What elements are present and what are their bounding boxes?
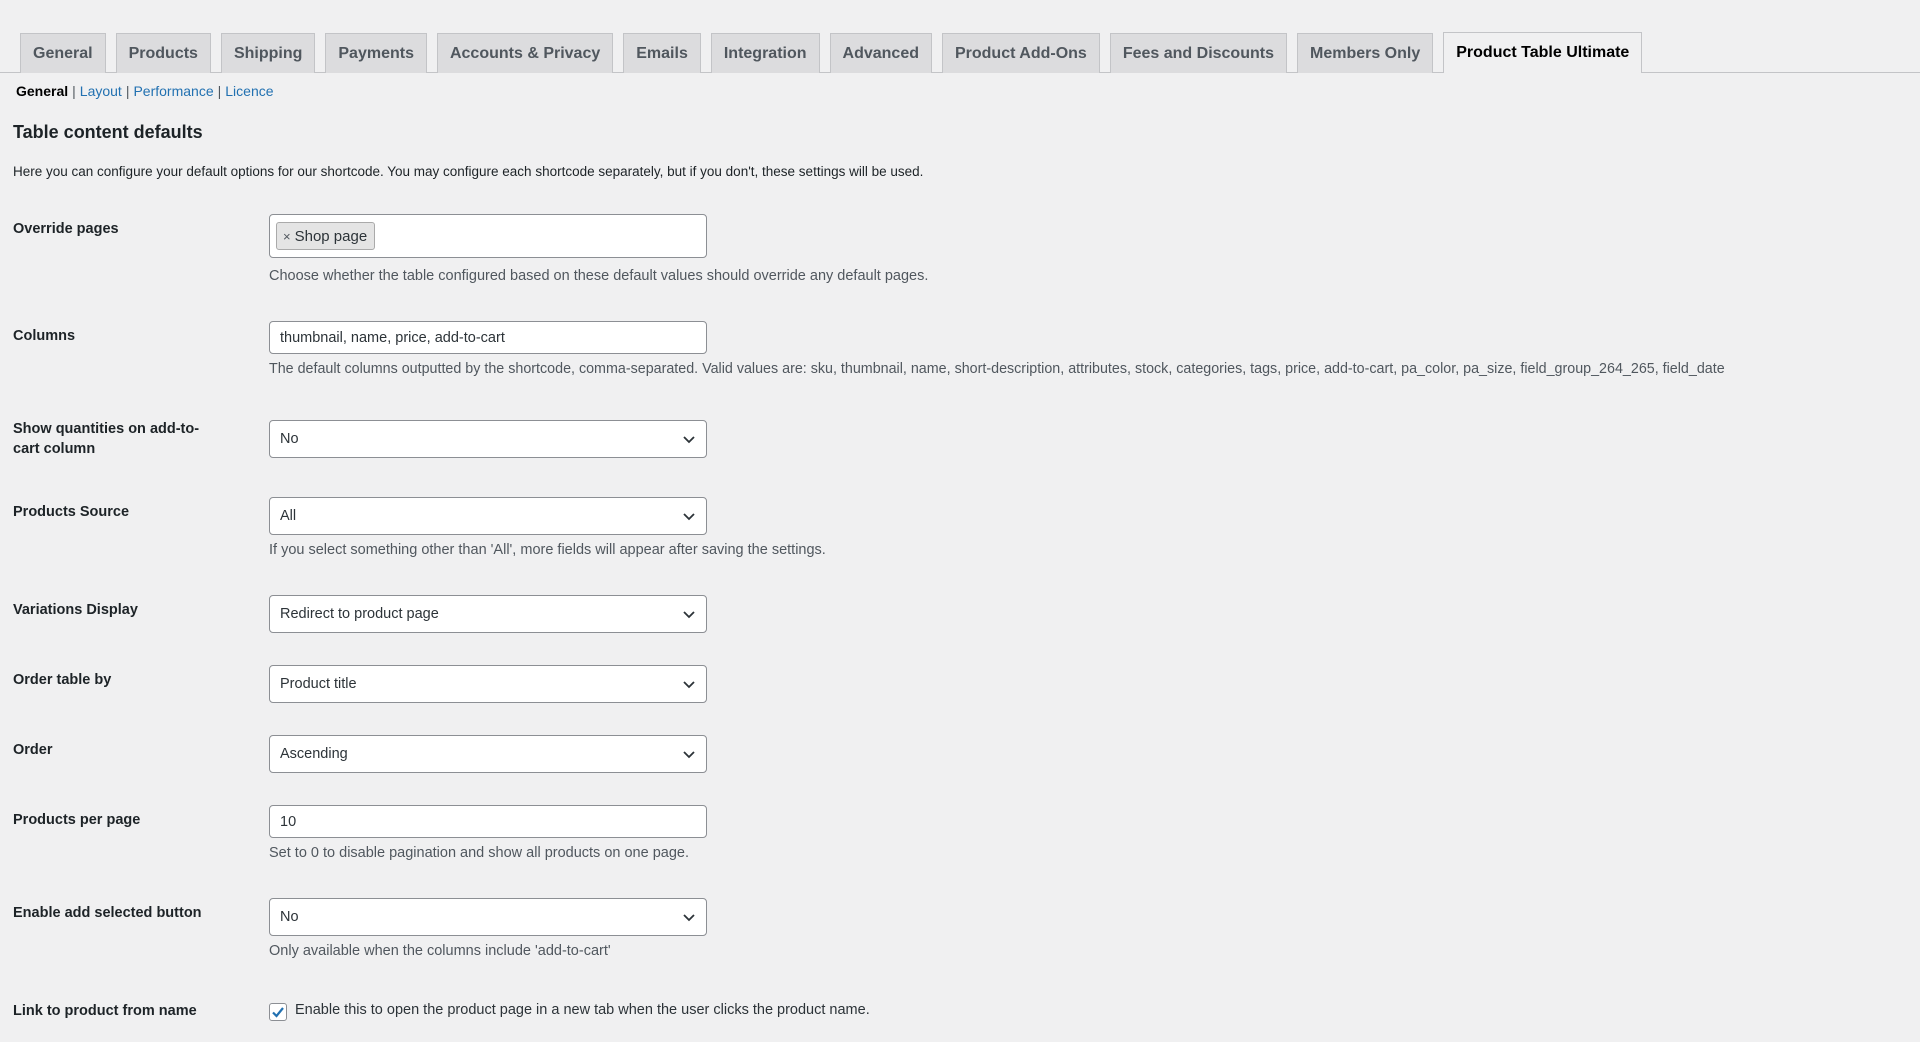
order-by-label: Order table by	[13, 672, 112, 688]
token-label: Shop page	[294, 227, 368, 245]
settings-tabs: General Products Shipping Payments Accou…	[0, 32, 1920, 73]
order-by-value: Product title	[280, 676, 357, 692]
show-quantities-label-line2: cart column	[13, 441, 96, 457]
order-by-select[interactable]: Product title	[269, 665, 707, 703]
variations-display-value: Redirect to product page	[280, 606, 439, 622]
tab-payments[interactable]: Payments	[325, 33, 427, 73]
columns-input-value: thumbnail, name, price, add-to-cart	[280, 329, 505, 346]
products-source-value: All	[280, 508, 297, 524]
chevron-down-icon	[683, 611, 695, 619]
settings-page: General Products Shipping Payments Accou…	[0, 0, 1920, 1042]
tab-products[interactable]: Products	[115, 33, 211, 73]
tab-members-only[interactable]: Members Only	[1296, 33, 1434, 73]
override-pages-label: Override pages	[13, 221, 119, 237]
link-to-product-label: Link to product from name	[13, 1003, 197, 1019]
add-selected-value: No	[280, 909, 299, 925]
columns-description: The default columns outputted by the sho…	[269, 361, 1725, 377]
tab-product-table-ultimate[interactable]: Product Table Ultimate	[1443, 32, 1643, 73]
show-quantities-label: Show quantities on add-to- cart column	[13, 419, 233, 459]
subnav-separator: |	[125, 83, 130, 99]
subnav-link-licence[interactable]: Licence	[225, 83, 273, 99]
tab-fees-discounts[interactable]: Fees and Discounts	[1109, 33, 1287, 73]
per-page-label: Products per page	[13, 812, 141, 828]
chevron-down-icon	[683, 681, 695, 689]
sub-navigation: General | Layout | Performance | Licence	[16, 83, 274, 99]
chevron-down-icon	[683, 436, 695, 444]
tab-accounts-privacy[interactable]: Accounts & Privacy	[436, 33, 614, 73]
order-select[interactable]: Ascending	[269, 735, 707, 773]
tab-emails[interactable]: Emails	[623, 33, 701, 73]
chevron-down-icon	[683, 914, 695, 922]
variations-display-label: Variations Display	[13, 602, 138, 618]
chevron-down-icon	[683, 751, 695, 759]
columns-label: Columns	[13, 328, 76, 344]
tab-advanced[interactable]: Advanced	[829, 33, 932, 73]
variations-display-select[interactable]: Redirect to product page	[269, 595, 707, 633]
add-selected-label: Enable add selected button	[13, 905, 202, 921]
show-quantities-select[interactable]: No	[269, 420, 707, 458]
tab-product-add-ons[interactable]: Product Add-Ons	[941, 33, 1100, 73]
subnav-separator: |	[72, 83, 76, 99]
chevron-down-icon	[683, 513, 695, 521]
subnav-link-performance[interactable]: Performance	[133, 83, 213, 99]
show-quantities-value: No	[280, 431, 299, 447]
section-intro: Here you can configure your default opti…	[13, 164, 924, 179]
token-remove-icon[interactable]: ×	[283, 229, 291, 244]
per-page-input-value: 10	[280, 813, 297, 830]
products-source-label: Products Source	[13, 504, 130, 520]
tab-integration[interactable]: Integration	[710, 33, 820, 73]
subnav-link-layout[interactable]: Layout	[80, 83, 122, 99]
override-pages-token: × Shop page	[276, 222, 376, 250]
order-label: Order	[13, 742, 53, 758]
section-title: Table content defaults	[13, 122, 203, 142]
override-pages-description: Choose whether the table configured base…	[269, 268, 929, 284]
link-to-product-checkbox[interactable]	[269, 1003, 287, 1021]
per-page-description: Set to 0 to disable pagination and show …	[269, 845, 689, 861]
products-source-select[interactable]: All	[269, 497, 707, 535]
show-quantities-label-line1: Show quantities on add-to-	[13, 421, 200, 437]
columns-input[interactable]: thumbnail, name, price, add-to-cart	[269, 321, 707, 354]
tab-general[interactable]: General	[20, 33, 106, 73]
override-pages-multiselect[interactable]: × Shop page	[269, 214, 707, 258]
products-source-description: If you select something other than 'All'…	[269, 542, 826, 558]
subnav-separator: |	[217, 83, 222, 99]
tab-shipping[interactable]: Shipping	[220, 33, 316, 73]
per-page-input[interactable]: 10	[269, 805, 707, 838]
subnav-current-general: General	[16, 83, 69, 99]
link-to-product-check-label[interactable]: Enable this to open the product page in …	[295, 1002, 870, 1018]
add-selected-description: Only available when the columns include …	[269, 943, 611, 959]
add-selected-select[interactable]: No	[269, 898, 707, 936]
checkmark-icon	[272, 1007, 284, 1018]
order-value: Ascending	[280, 746, 348, 762]
